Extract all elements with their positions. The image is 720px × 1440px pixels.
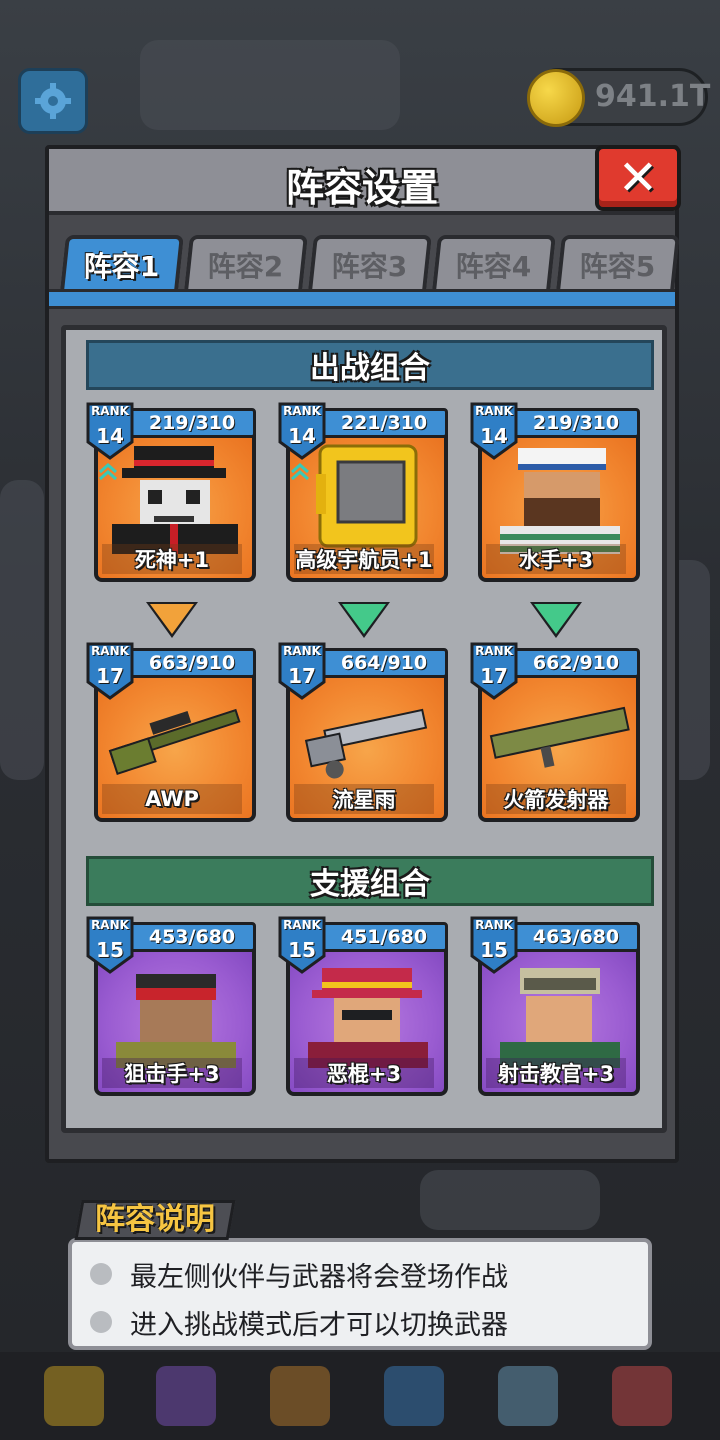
characters-icon[interactable] (156, 1366, 216, 1426)
lineup-content: 出战组合 219/310 RANK 14 死神+1 221/310 RANK 1… (61, 325, 667, 1133)
upgrade-chevron-icon (291, 463, 309, 481)
close-button[interactable]: ✕ (595, 145, 681, 211)
battle-character-card[interactable]: 221/310 RANK 14 高级宇航员+1 (278, 402, 448, 582)
tab-lineup-5[interactable]: 阵容5 (556, 235, 680, 291)
bullet-icon (90, 1311, 112, 1333)
coin-counter: 941.1T (527, 68, 711, 127)
lineup-tabs: 阵容1 阵容2 阵容3 阵容4 阵容5 (59, 235, 680, 291)
tab-lineup-3[interactable]: 阵容3 (308, 235, 432, 291)
support-character-card[interactable]: 451/680 RANK 15 恶棍+3 (278, 916, 448, 1096)
card-name: 死神+1 (102, 544, 242, 574)
coin-value: 941.1T (595, 79, 711, 114)
bullet-icon (90, 1263, 112, 1285)
description-item: 进入挑战模式后才可以切换武器 (90, 1302, 508, 1342)
weapon-card[interactable]: 664/910 RANK 17 流星雨 (278, 642, 448, 822)
coin-icon (527, 69, 585, 127)
pairing-arrow (342, 604, 386, 634)
upgrade-chevron-icon (99, 463, 117, 481)
card-name: 射击教官+3 (486, 1058, 626, 1088)
lineup-panel: 阵容设置 ✕ 阵容1 阵容2 阵容3 阵容4 阵容5 出战组合 219/310 (45, 145, 681, 1163)
weapon-card[interactable]: 663/910 RANK 17 AWP (86, 642, 256, 822)
tab-lineup-1[interactable]: 阵容1 (60, 235, 184, 291)
book-icon[interactable] (384, 1366, 444, 1426)
battle-character-card[interactable]: 219/310 RANK 14 死神+1 (86, 402, 256, 582)
settings-button[interactable] (18, 68, 88, 134)
trophy-icon[interactable] (44, 1366, 104, 1426)
card-name: 高级宇航员+1 (294, 544, 434, 574)
card-name: 恶棍+3 (294, 1058, 434, 1088)
support-character-card[interactable]: 463/680 RANK 15 射击教官+3 (470, 916, 640, 1096)
support-character-card[interactable]: 453/680 RANK 15 狙击手+3 (86, 916, 256, 1096)
battle-character-card[interactable]: 219/310 RANK 14 水手+3 (470, 402, 640, 582)
description-item: 最左侧伙伴与武器将会登场作战 (90, 1254, 508, 1294)
support-section-header: 支援组合 (86, 856, 654, 906)
tab-lineup-2[interactable]: 阵容2 (184, 235, 308, 291)
panel-title-bar: 阵容设置 (49, 149, 675, 215)
card-name: 狙击手+3 (102, 1058, 242, 1088)
card-name: 流星雨 (294, 784, 434, 814)
shop-icon[interactable] (612, 1366, 672, 1426)
pairing-arrow (534, 604, 578, 634)
tab-underline (49, 289, 675, 309)
description-box: 最左侧伙伴与武器将会登场作战 进入挑战模式后才可以切换武器 (68, 1238, 652, 1350)
description-title: 阵容说明 (74, 1200, 236, 1240)
battle-icon[interactable] (498, 1366, 558, 1426)
weapons-icon[interactable] (270, 1366, 330, 1426)
close-icon: ✕ (617, 150, 659, 206)
battle-section-header: 出战组合 (86, 340, 654, 390)
bottom-nav (0, 1352, 720, 1440)
pairing-arrow (150, 604, 194, 634)
card-name: 水手+3 (486, 544, 626, 574)
tab-lineup-4[interactable]: 阵容4 (432, 235, 556, 291)
card-name: 火箭发射器 (486, 784, 626, 814)
gear-icon (35, 83, 71, 119)
card-name: AWP (102, 784, 242, 814)
weapon-card[interactable]: 662/910 RANK 17 火箭发射器 (470, 642, 640, 822)
panel-title: 阵容设置 (285, 166, 438, 210)
